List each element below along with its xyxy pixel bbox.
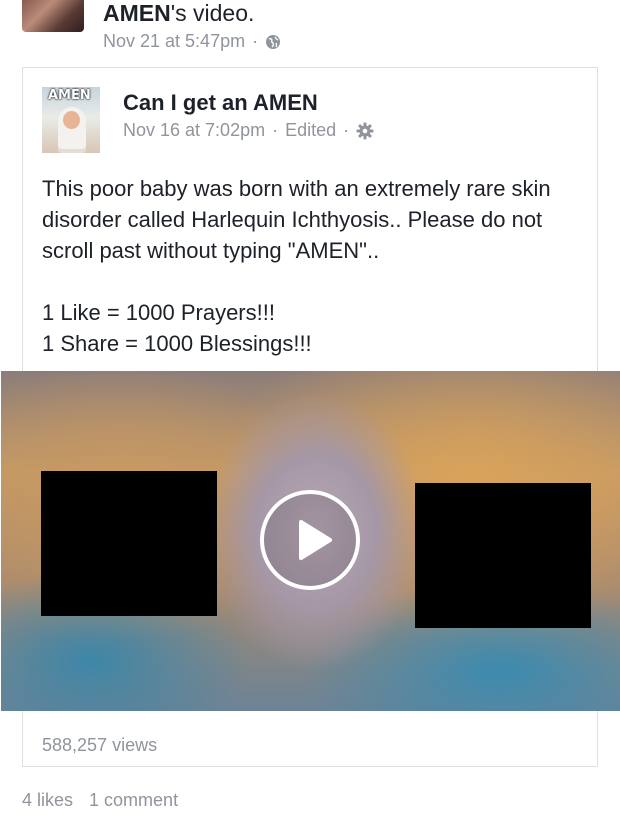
play-button[interactable] xyxy=(260,490,360,590)
page-name-link[interactable]: Can I get an AMEN xyxy=(123,90,318,116)
video-player[interactable] xyxy=(1,371,620,711)
shared-timestamp[interactable]: Nov 21 at 5:47pm xyxy=(103,31,245,52)
redaction-box-right xyxy=(415,483,591,628)
post-text-line: 1 Like = 1000 Prayers!!! xyxy=(42,300,275,325)
original-post-card: AMEN Can I get an AMEN Nov 16 at 7:02pm … xyxy=(1,67,620,767)
post-timestamp[interactable]: Nov 16 at 7:02pm xyxy=(123,120,265,141)
globe-icon xyxy=(265,34,281,50)
meta-separator: · xyxy=(343,120,350,140)
shared-post-title: AMEN's video. xyxy=(103,0,254,27)
gear-icon xyxy=(356,122,374,140)
redaction-box-left xyxy=(41,471,217,616)
engagement-bar: 4 likes 1 comment xyxy=(22,790,178,811)
avatar-badge-text: AMEN xyxy=(48,88,91,103)
edited-label[interactable]: Edited xyxy=(285,120,336,141)
shared-post-meta: Nov 21 at 5:47pm · xyxy=(103,31,281,52)
shared-title-suffix: 's video. xyxy=(170,0,255,26)
post-text-line: 1 Share = 1000 Blessings!!! xyxy=(42,331,312,356)
video-view-count: 588,257 views xyxy=(42,735,158,755)
comments-count[interactable]: 1 comment xyxy=(89,790,178,811)
post-body: This poor baby was born with an extremel… xyxy=(42,173,582,359)
post-text-line: This poor baby was born with an extremel… xyxy=(42,176,551,263)
page-avatar[interactable]: AMEN xyxy=(42,87,100,153)
meta-separator: · xyxy=(252,31,259,51)
post-meta: Nov 16 at 7:02pm · Edited · xyxy=(123,120,374,141)
outer-avatar[interactable] xyxy=(22,0,84,32)
meta-separator: · xyxy=(272,120,279,140)
likes-count[interactable]: 4 likes xyxy=(22,790,73,811)
play-icon xyxy=(299,520,332,560)
shared-page-name-link[interactable]: AMEN xyxy=(103,0,171,26)
avatar-face xyxy=(63,111,80,129)
